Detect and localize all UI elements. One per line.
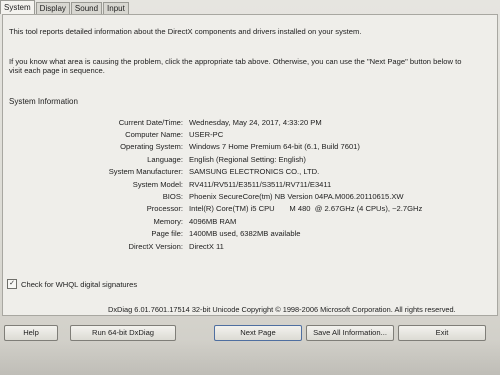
dxdiag-window: System Display Sound Input This tool rep…: [0, 0, 500, 375]
info-value: Phoenix SecureCore(tm) NB Version 04PA.M…: [189, 192, 404, 202]
info-label: System Model:: [132, 179, 183, 189]
intro-text-line3: visit each page in sequence.: [9, 66, 105, 75]
copyright-text: DxDiag 6.01.7601.17514 32-bit Unicode Co…: [108, 305, 456, 314]
tab-sound[interactable]: Sound: [70, 2, 103, 14]
system-info-table: Current Date/Time: Wednesday, May 24, 20…: [3, 116, 497, 252]
tab-strip: System Display Sound Input: [0, 0, 500, 14]
whql-checkbox-row[interactable]: ✓ Check for WHQL digital signatures: [7, 279, 137, 289]
info-row-operating-system: Operating System: Windows 7 Home Premium…: [3, 141, 497, 153]
info-row-directx-version: DirectX Version: DirectX 11: [3, 240, 497, 252]
info-value: RV411/RV511/E3511/S3511/RV711/E3411: [189, 179, 332, 189]
info-value: English (Regional Setting: English): [189, 154, 306, 164]
info-row-date-time: Current Date/Time: Wednesday, May 24, 20…: [3, 116, 497, 128]
info-label: Language:: [147, 154, 183, 164]
info-value: DirectX 11: [189, 241, 224, 251]
info-row-system-model: System Model: RV411/RV511/E3511/S3511/RV…: [3, 178, 497, 190]
info-label: Current Date/Time:: [118, 117, 183, 127]
section-title-system-information: System Information: [9, 97, 78, 106]
info-row-memory: Memory: 4096MB RAM: [3, 215, 497, 227]
whql-checkbox-label: Check for WHQL digital signatures: [21, 279, 138, 289]
info-label: DirectX Version:: [128, 241, 183, 251]
info-value: 1400MB used, 6382MB available: [189, 229, 301, 239]
info-value: 4096MB RAM: [189, 216, 237, 226]
info-row-page-file: Page file: 1400MB used, 6382MB available: [3, 228, 497, 240]
info-label: Memory:: [153, 216, 183, 226]
info-row-computer-name: Computer Name: USER-PC: [3, 128, 497, 140]
info-row-bios: BIOS: Phoenix SecureCore(tm) NB Version …: [3, 190, 497, 202]
info-value: SAMSUNG ELECTRONICS CO., LTD.: [189, 167, 320, 177]
tab-system[interactable]: System: [0, 0, 35, 14]
info-value: Intel(R) Core(TM) i5 CPU M 480 @ 2.67GHz…: [189, 204, 423, 214]
info-label: System Manufacturer:: [108, 167, 183, 177]
intro-text-line2: If you know what area is causing the pro…: [9, 57, 462, 66]
tab-input[interactable]: Input: [103, 2, 129, 14]
info-row-language: Language: English (Regional Setting: Eng…: [3, 153, 497, 165]
system-panel: This tool reports detailed information a…: [2, 14, 498, 316]
info-label: BIOS:: [162, 192, 183, 202]
whql-checkbox[interactable]: ✓: [7, 279, 17, 289]
info-label: Processor:: [146, 204, 183, 214]
info-row-system-manufacturer: System Manufacturer: SAMSUNG ELECTRONICS…: [3, 166, 497, 178]
tab-display[interactable]: Display: [35, 2, 70, 14]
info-value: USER-PC: [189, 130, 224, 140]
info-row-processor: Processor: Intel(R) Core(TM) i5 CPU M 48…: [3, 203, 497, 215]
button-bar: Help Run 64-bit DxDiag Next Page Save Al…: [0, 325, 500, 341]
info-value: Windows 7 Home Premium 64-bit (6.1, Buil…: [189, 142, 360, 152]
info-label: Computer Name:: [125, 130, 183, 140]
info-label: Page file:: [151, 229, 183, 239]
info-label: Operating System:: [120, 142, 183, 152]
intro-text-line1: This tool reports detailed information a…: [9, 27, 362, 36]
screen-vignette: [0, 339, 500, 375]
info-value: Wednesday, May 24, 2017, 4:33:20 PM: [189, 117, 322, 127]
